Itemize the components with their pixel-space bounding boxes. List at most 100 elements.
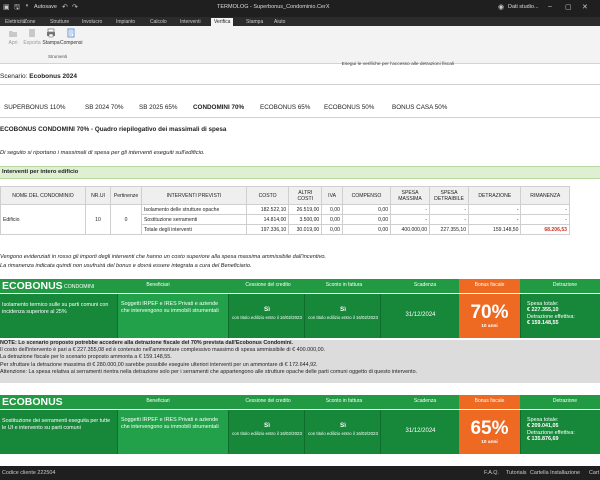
document-icon (67, 28, 75, 38)
printer-icon (47, 28, 55, 38)
cell-altri: 3.500,00 (288, 214, 323, 225)
divider (0, 84, 600, 85)
col-iva: IVA (321, 186, 343, 205)
close-icon[interactable]: ✕ (582, 3, 588, 11)
col-beneficiari: Beneficiari (146, 398, 170, 404)
note-line: Per sfruttare la detrazione massima di €… (0, 361, 318, 368)
cell-iva: 0,00 (321, 204, 343, 215)
tab-aiuto[interactable]: Aiuto (271, 18, 288, 26)
print-button[interactable]: Stampa (40, 28, 62, 46)
link-faq[interactable]: F.A.Q. (484, 470, 499, 476)
cell-iva: 0,00 (321, 224, 343, 235)
bonus-percent: 70% (470, 302, 509, 323)
bonus-tabs: SUPERBONUS 110% SB 2024 70% SB 2025 65% … (0, 104, 600, 114)
note-line: La rimanenza indicata quindi non usufrui… (0, 263, 252, 269)
intro-text: Di seguito si riportano i massimali di s… (0, 150, 205, 156)
note-line: Vengono evidenziati in rosso gli importi… (0, 254, 327, 260)
cell-costo: 14.814,00 (245, 214, 290, 225)
note-line: Il costo dell'intervento è pari a € 227.… (0, 347, 326, 354)
tab-strutture[interactable]: Strutture (47, 18, 72, 26)
tab-superbonus-110[interactable]: SUPERBONUS 110% (4, 104, 65, 111)
bonus-years: 10 anni (481, 324, 498, 329)
tab-condomini-70[interactable]: CONDOMINI 70% (193, 104, 244, 111)
col-cessione: Cessione del credito (245, 282, 291, 288)
user-icon[interactable]: ◉ (498, 3, 504, 11)
building-name: Edificio (0, 204, 86, 235)
scadenza-cell: 31/12/2024 (380, 410, 460, 454)
cell-detrazione: - (468, 204, 522, 215)
minimize-icon[interactable]: – (548, 3, 552, 10)
card-header: ECOBONUS Beneficiari Cessione del credit… (0, 395, 600, 409)
link-cart[interactable]: Cart (589, 470, 599, 476)
toggle-icon[interactable]: ◖ (25, 3, 29, 9)
title-bar: ▣ 🖫 ◖ Autosave ↶ ↷ TERMOLOG - Superbonus… (0, 0, 600, 17)
col-interventi: INTERVENTI PREVISTI (141, 186, 247, 205)
autosave-label[interactable]: Autosave (34, 4, 57, 10)
export-icon (29, 29, 35, 37)
ribbon-group-label: Strumenti (48, 54, 68, 59)
col-nome: NOME DEL CONDOMINIO (0, 186, 86, 205)
bonus-header: Bonus fiscale (459, 279, 520, 293)
cell-compenso: 0,00 (341, 214, 392, 225)
notes-box: NOTE: Lo scenario proposto potrebbe acce… (0, 340, 600, 383)
card-body: Isolamento termico sulle su parti comuni… (0, 294, 600, 338)
cell-intervento: Totale degli interventi (141, 224, 247, 235)
user-name[interactable]: Dati studio... (508, 4, 539, 10)
cell-spesa-max: - (390, 204, 431, 215)
tab-impianto[interactable]: Impianto (113, 18, 138, 26)
cell-costo: 197.336,10 (245, 224, 290, 235)
col-pertinenze: Pertinenze (110, 186, 142, 205)
col-spesa-max: SPESA MASSIMA (390, 186, 431, 205)
link-install-folder[interactable]: Cartella Installazione (530, 470, 580, 476)
card-subtitle: CONDOMINI (64, 284, 95, 290)
scenario-label: Scenario: (0, 73, 28, 80)
col-spesa-detr: SPESA DETRAIBILE (429, 186, 470, 205)
col-sconto: Sconto in fattura (325, 282, 363, 288)
tab-zone[interactable]: Zone (21, 18, 38, 26)
window-title: TERMOLOG - Superbonus_Condominio.CerX (217, 4, 330, 10)
card-title: ECOBONUS (2, 396, 63, 408)
scadenza-cell: 31/12/2024 (380, 294, 460, 338)
tab-ecobonus-50[interactable]: ECOBONUS 50% (324, 104, 374, 111)
tab-calcolo[interactable]: Calcolo (147, 18, 170, 26)
col-beneficiari: Beneficiari (146, 282, 170, 288)
bonus-cell: 65% 10 anni (459, 410, 520, 454)
col-cessione: Cessione del credito (245, 398, 291, 404)
tab-bonus-casa-50[interactable]: BONUS CASA 50% (392, 104, 447, 111)
cell-spesa-max: 400.000,00 (390, 224, 431, 235)
col-detrazione: Detrazione (552, 398, 578, 404)
maximize-icon[interactable]: ▢ (565, 3, 572, 11)
tab-interventi[interactable]: Interventi (177, 18, 204, 26)
cell-iva: 0,00 (321, 214, 343, 225)
scenario-name: Ecobonus 2024 (29, 73, 77, 80)
detr-value: € 135.876,69 (527, 435, 559, 442)
col-costo: COSTO (245, 186, 290, 205)
tab-sb-2024-70[interactable]: SB 2024 70% (85, 104, 124, 111)
save-icon[interactable]: 🖫 (14, 3, 20, 14)
card-description: Sostituzione dei serramenti eseguita per… (2, 418, 111, 431)
note-line: NOTE: Lo scenario proposto potrebbe acce… (0, 340, 294, 346)
link-tutorials[interactable]: Tutorials (506, 470, 526, 476)
tab-ecobonus-65[interactable]: ECOBONUS 65% (260, 104, 310, 111)
band-title: Interventi per intero edificio (2, 169, 79, 175)
verification-hint: Esegui le verifiche per l'accesso alle d… (341, 62, 454, 67)
compensi-button[interactable]: Compensi (60, 28, 83, 46)
cell-rimanenza: - (520, 204, 570, 215)
undo-icon[interactable]: ↶ (62, 3, 68, 11)
cell-altri: 26.519,00 (288, 204, 323, 215)
cell-spesa-detr: - (429, 204, 470, 215)
tab-verifica[interactable]: Verifica (211, 18, 234, 26)
tab-sb-2025-65[interactable]: SB 2025 65% (139, 104, 178, 111)
app-logo-icon: ▣ (3, 4, 10, 11)
cell-costo: 182.522,10 (245, 204, 290, 215)
cessione-cell: Sì con titolo edilizio entro il 16/02/20… (228, 410, 305, 454)
tab-involucro[interactable]: Involucro (79, 18, 105, 26)
cell-rimanenza: 68.206,53 (520, 224, 570, 235)
tab-stampa[interactable]: Stampa (243, 18, 266, 26)
cell-rimanenza: - (520, 214, 570, 225)
note-line: Attenzione: La spesa relativa ai serrame… (0, 368, 418, 375)
detr-value: € 159.148,55 (527, 319, 559, 326)
col-detrazione: DETRAZIONE (468, 186, 522, 205)
cessione-cell: Sì con titolo edilizio entro il 16/02/20… (228, 294, 305, 338)
redo-icon[interactable]: ↷ (72, 3, 78, 11)
